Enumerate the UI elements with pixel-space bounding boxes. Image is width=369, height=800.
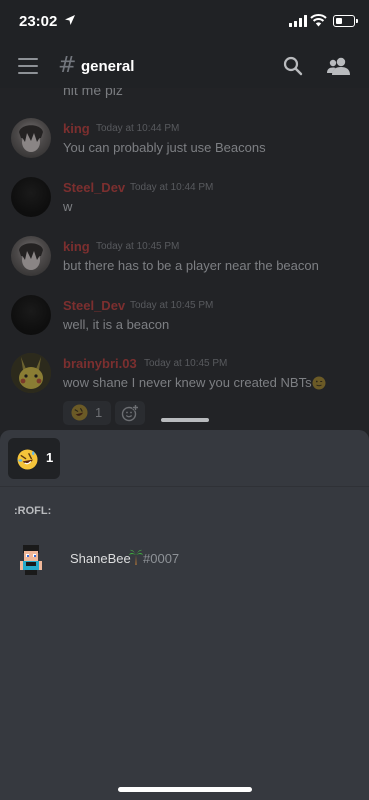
message-timestamp: Today at 10:45 PM — [130, 300, 214, 311]
palm-tree-icon — [129, 549, 143, 565]
avatar[interactable] — [18, 544, 44, 576]
winking-face-icon — [312, 376, 326, 390]
reaction-user-row[interactable]: ShaneBee #0007 — [0, 540, 369, 580]
divider — [0, 486, 369, 487]
message-timestamp: Today at 10:45 PM — [144, 358, 228, 369]
add-reaction-button[interactable] — [115, 401, 145, 425]
members-icon[interactable] — [327, 56, 351, 76]
location-arrow-icon — [65, 15, 75, 25]
avatar[interactable] — [11, 236, 51, 276]
channel-hash-icon: # — [58, 53, 77, 78]
message-text: well, it is a beacon — [63, 317, 170, 332]
search-icon[interactable] — [283, 56, 303, 76]
reactions-sheet: 1 :ROFL: ShaneBee #0007 — [0, 430, 369, 800]
avatar[interactable] — [11, 177, 51, 217]
status-time: 23:02 — [19, 13, 58, 30]
avatar[interactable] — [11, 353, 51, 393]
reaction-tab-rofl[interactable]: 1 — [8, 438, 60, 479]
status-bar: 23:02 — [0, 0, 369, 44]
message-text: but there has to be a player near the be… — [63, 258, 319, 273]
message-author[interactable]: king — [63, 239, 90, 254]
message-item[interactable]: king Today at 10:44 PM You can probably … — [0, 118, 369, 178]
cellular-signal-icon — [289, 15, 307, 27]
channel-header: # general — [0, 44, 369, 88]
add-reaction-icon — [121, 404, 139, 422]
message-author[interactable]: king — [63, 121, 90, 136]
message-list[interactable]: hit me plz king Today at 10:44 PM You ca… — [0, 88, 369, 433]
message-text: w — [63, 199, 73, 214]
message-author[interactable]: Steel_Dev — [63, 180, 125, 195]
user-name[interactable]: ShaneBee — [70, 551, 131, 566]
battery-icon — [333, 15, 358, 27]
message-timestamp: Today at 10:44 PM — [130, 182, 214, 193]
wifi-icon — [310, 14, 327, 27]
hamburger-menu-icon[interactable] — [18, 58, 38, 74]
user-discriminator: #0007 — [143, 551, 180, 566]
message-timestamp: Today at 10:45 PM — [96, 241, 180, 252]
message-item[interactable]: brainybri.03 Today at 10:45 PM wow shane… — [0, 353, 369, 413]
reaction-count: 1 — [46, 450, 54, 465]
rofl-emoji-icon — [71, 404, 88, 421]
message-author[interactable]: brainybri.03 — [63, 356, 137, 371]
message-author[interactable]: Steel_Dev — [63, 298, 125, 313]
avatar[interactable] — [11, 295, 51, 335]
reaction-chip[interactable]: 1 — [63, 401, 111, 425]
sheet-drag-handle[interactable] — [161, 418, 209, 422]
message-text: wow shane I never knew you created NBTs — [63, 375, 312, 390]
reaction-count: 1 — [95, 405, 103, 420]
message-item[interactable]: Steel_Dev Today at 10:45 PM well, it is … — [0, 295, 369, 355]
message-item[interactable]: Steel_Dev Today at 10:44 PM w — [0, 177, 369, 237]
avatar[interactable] — [11, 118, 51, 158]
rofl-emoji-icon — [17, 449, 38, 470]
message-text: You can probably just use Beacons — [63, 140, 266, 155]
message-timestamp: Today at 10:44 PM — [96, 123, 180, 134]
reaction-name-label: :ROFL: — [14, 505, 52, 517]
home-indicator[interactable] — [118, 787, 252, 792]
previous-message-text: hit me plz — [63, 88, 123, 98]
message-item[interactable]: king Today at 10:45 PM but there has to … — [0, 236, 369, 296]
channel-name[interactable]: general — [81, 58, 134, 75]
